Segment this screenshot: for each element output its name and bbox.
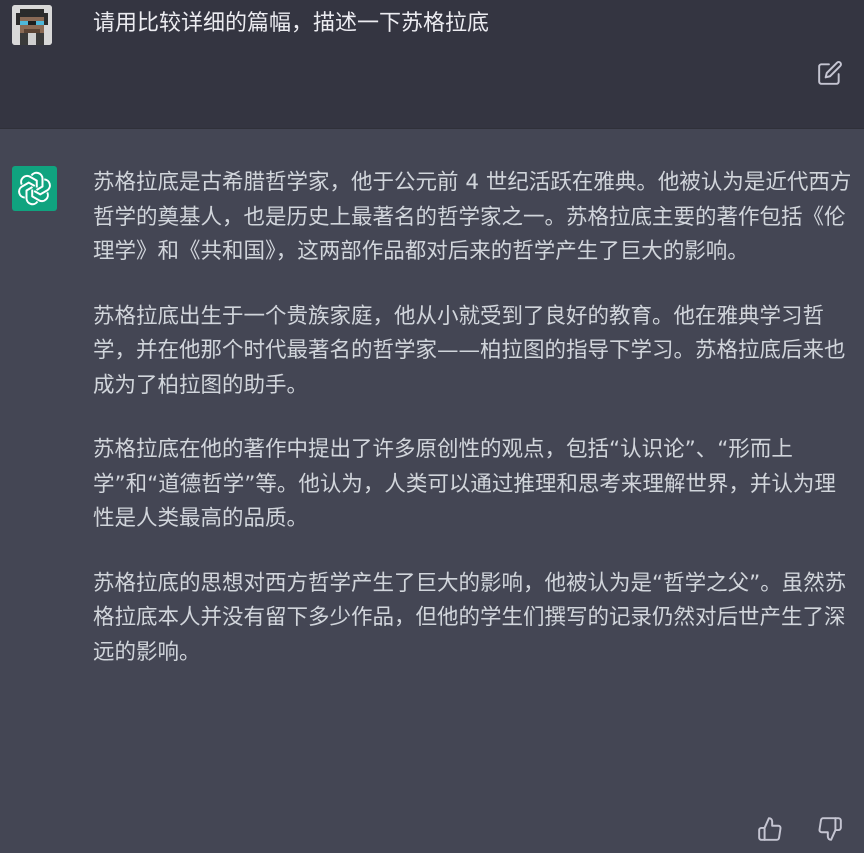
user-message-text: 请用比较详细的篇幅，描述一下苏格拉底 bbox=[93, 11, 490, 36]
assistant-avatar bbox=[12, 166, 57, 211]
assistant-message-row: 苏格拉底是古希腊哲学家，他于公元前 4 世纪活跃在雅典。他被认为是近代西方哲学的… bbox=[0, 129, 864, 853]
thumbs-up-icon bbox=[758, 817, 782, 841]
openai-logo-icon bbox=[18, 171, 51, 206]
response-paragraph: 苏格拉底在他的著作中提出了许多原创性的观点，包括“认识论”、“形而上学”和“道德… bbox=[93, 437, 836, 531]
thumbs-down-button[interactable] bbox=[817, 816, 843, 842]
response-paragraph: 苏格拉底的思想对西方哲学产生了巨大的影响，他被认为是“哲学之父”。虽然苏格拉底本… bbox=[93, 570, 847, 665]
response-paragraph: 苏格拉底出生于一个贵族家庭，他从小就受到了良好的教育。他在雅典学习哲学，并在他那… bbox=[93, 303, 846, 398]
user-message-row: 请用比较详细的篇幅，描述一下苏格拉底 bbox=[0, 0, 864, 129]
edit-icon bbox=[818, 61, 842, 85]
user-avatar bbox=[12, 5, 52, 45]
assistant-response: 苏格拉底是古希腊哲学家，他于公元前 4 世纪活跃在雅典。他被认为是近代西方哲学的… bbox=[93, 166, 853, 700]
pixel-avatar-icon bbox=[12, 5, 52, 45]
edit-message-button[interactable] bbox=[817, 60, 843, 86]
response-paragraph: 苏格拉底是古希腊哲学家，他于公元前 4 世纪活跃在雅典。他被认为是近代西方哲学的… bbox=[93, 170, 852, 264]
thumbs-down-icon bbox=[818, 817, 842, 841]
thumbs-up-button[interactable] bbox=[757, 816, 783, 842]
